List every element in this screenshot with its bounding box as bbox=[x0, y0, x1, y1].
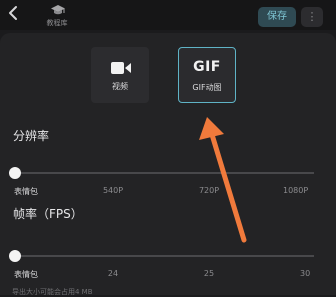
framerate-tick[interactable]: 表情包 bbox=[14, 269, 38, 280]
tutorial-library-label: 教程库 bbox=[46, 19, 68, 27]
gif-icon: GIF bbox=[193, 59, 221, 75]
resolution-title: 分辨率 bbox=[13, 129, 50, 143]
framerate-tick[interactable]: 30 bbox=[300, 269, 310, 278]
format-option-video[interactable]: 视频 bbox=[91, 47, 149, 103]
framerate-tick[interactable]: 25 bbox=[204, 269, 214, 278]
export-size-note: 导出大小可能会占用4 MB bbox=[12, 288, 93, 296]
video-camera-icon bbox=[111, 62, 131, 74]
resolution-tick[interactable]: 1080P bbox=[283, 186, 308, 195]
graduation-cap-icon bbox=[51, 5, 65, 15]
top-bar: 教程库 保存 ⋮ bbox=[0, 0, 336, 30]
framerate-slider[interactable] bbox=[14, 255, 314, 257]
format-label-gif: GIF动图 bbox=[192, 83, 222, 92]
format-label-video: 视频 bbox=[112, 82, 128, 91]
resolution-slider[interactable] bbox=[14, 172, 314, 174]
resolution-tick[interactable]: 720P bbox=[199, 186, 219, 195]
resolution-tick[interactable]: 540P bbox=[103, 186, 123, 195]
more-options-button[interactable]: ⋮ bbox=[301, 7, 323, 27]
resolution-tick[interactable]: 表情包 bbox=[14, 186, 38, 197]
framerate-slider-knob[interactable] bbox=[9, 250, 21, 262]
back-arrow-icon[interactable] bbox=[6, 4, 20, 22]
framerate-tick[interactable]: 24 bbox=[108, 269, 118, 278]
framerate-title: 帧率（FPS） bbox=[13, 207, 83, 221]
format-option-gif[interactable]: GIF GIF动图 bbox=[178, 47, 236, 103]
tutorial-library-button[interactable]: 教程库 bbox=[41, 4, 73, 28]
resolution-slider-knob[interactable] bbox=[9, 167, 21, 179]
save-button[interactable]: 保存 bbox=[258, 7, 296, 27]
